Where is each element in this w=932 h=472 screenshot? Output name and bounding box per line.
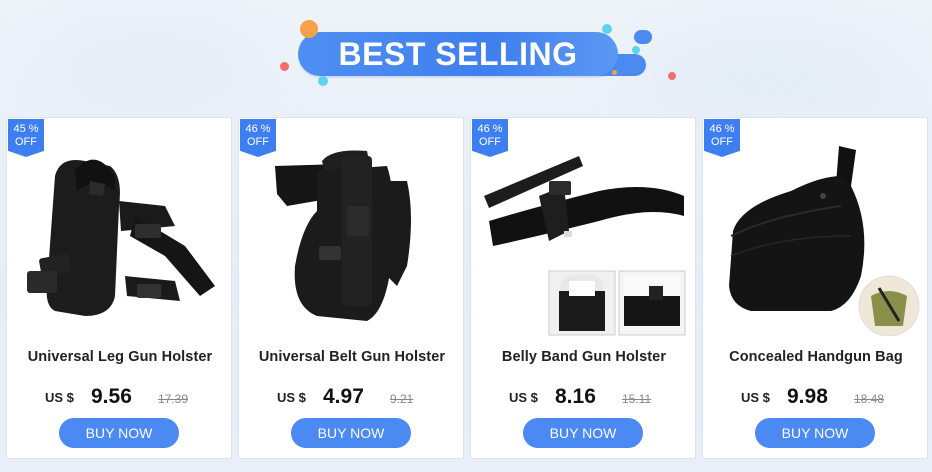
product-grid: 45 % OFF Universal Leg Gun Holster US $ … (6, 117, 928, 459)
decor-dot (668, 72, 676, 80)
discount-percent: 46 % (245, 123, 271, 135)
belly-band-holster-image[interactable] (479, 136, 689, 336)
decor-dot (300, 20, 318, 38)
currency-label: US $ (277, 390, 306, 405)
original-price: 17.39 (158, 392, 189, 406)
discount-off-label: OFF (711, 136, 733, 148)
product-card[interactable]: 46 % OFF Concealed Handgun Bag US $ 9.98… (702, 117, 928, 459)
discount-off-label: OFF (479, 136, 501, 148)
decor-dot (280, 62, 289, 71)
background-decoration (40, 20, 260, 110)
decor-dot (632, 46, 640, 54)
product-title[interactable]: Universal Belt Gun Holster (239, 349, 465, 365)
banner-title: BEST SELLING (338, 36, 578, 72)
product-title[interactable]: Concealed Handgun Bag (703, 349, 929, 365)
best-selling-banner: BEST SELLING (276, 18, 686, 88)
original-price: 9.21 (390, 392, 414, 406)
discount-percent: 45 % (13, 123, 39, 135)
currency-label: US $ (509, 390, 538, 405)
leg-holster-image[interactable] (15, 136, 225, 336)
discount-badge: 46 % OFF (472, 119, 508, 157)
product-card[interactable]: 46 % OFF Belly Band Gun Holster US $ 8.1… (470, 117, 696, 459)
currency-label: US $ (741, 390, 770, 405)
price-row: US $ 9.56 17.39 (7, 385, 233, 412)
discount-badge: 46 % OFF (240, 119, 276, 157)
product-card[interactable]: 45 % OFF Universal Leg Gun Holster US $ … (6, 117, 232, 459)
product-card[interactable]: 46 % OFF Universal Belt Gun Holster US $… (238, 117, 464, 459)
product-title[interactable]: Universal Leg Gun Holster (7, 349, 233, 365)
sale-price: 9.98 (787, 385, 828, 408)
decor-dot (318, 76, 328, 86)
price-row: US $ 8.16 15.11 (471, 385, 697, 412)
discount-off-label: OFF (15, 136, 37, 148)
concealed-bag-image[interactable] (711, 136, 921, 336)
currency-label: US $ (45, 390, 74, 405)
buy-now-button[interactable]: BUY NOW (59, 418, 179, 448)
decor-dot (634, 30, 652, 44)
buy-now-button[interactable]: BUY NOW (523, 418, 643, 448)
price-row: US $ 9.98 18.48 (703, 385, 929, 412)
discount-badge: 46 % OFF (704, 119, 740, 157)
discount-badge: 45 % OFF (8, 119, 44, 157)
decor-dot (602, 24, 612, 34)
sale-price: 9.56 (91, 385, 132, 408)
discount-percent: 46 % (709, 123, 735, 135)
buy-now-button[interactable]: BUY NOW (291, 418, 411, 448)
discount-percent: 46 % (477, 123, 503, 135)
price-row: US $ 4.97 9.21 (239, 385, 465, 412)
buy-now-button[interactable]: BUY NOW (755, 418, 875, 448)
product-title[interactable]: Belly Band Gun Holster (471, 349, 697, 365)
sale-price: 4.97 (323, 385, 364, 408)
original-price: 15.11 (622, 392, 652, 406)
sale-price: 8.16 (555, 385, 596, 408)
belt-holster-image[interactable] (247, 136, 457, 336)
original-price: 18.48 (854, 392, 885, 406)
decor-dot (612, 70, 617, 75)
discount-off-label: OFF (247, 136, 269, 148)
